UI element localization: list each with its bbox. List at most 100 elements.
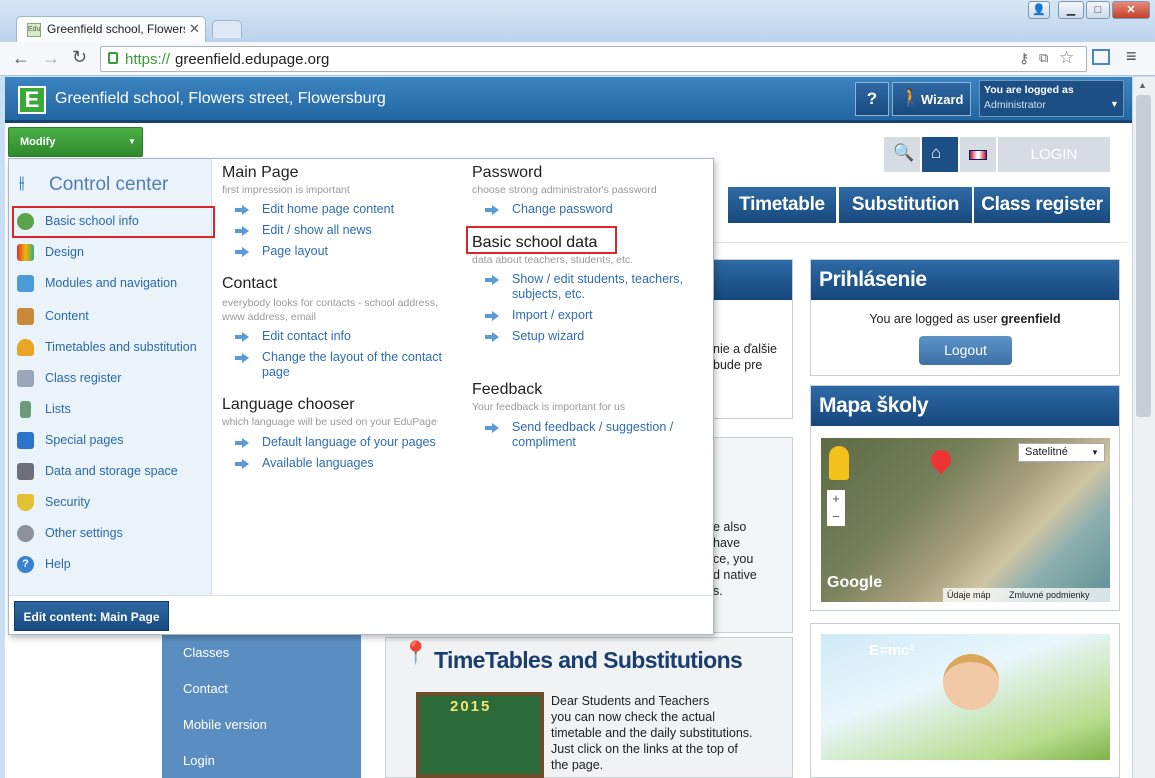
left-menu-classes[interactable]: Classes [183, 645, 229, 660]
zoom-out-button[interactable]: − [827, 508, 845, 526]
arrow-icon [235, 247, 249, 257]
cc-other-settings[interactable]: Other settings [9, 519, 212, 547]
scrollbar-thumb[interactable] [1136, 95, 1151, 417]
help-button[interactable]: ? [855, 82, 889, 116]
map-panel: Mapa školy + − Satelitné ▼ Google Údaje m… [810, 385, 1120, 611]
reload-icon[interactable]: ↻ [72, 47, 87, 68]
link-import-export[interactable]: Import / export [512, 308, 593, 323]
edit-content-button[interactable]: Edit content: Main Page [14, 601, 169, 631]
nav-timetable[interactable]: Timetable [728, 187, 836, 223]
address-bar[interactable]: https:// greenfield.edupage.org ⚷ ⧉ ☆ [100, 46, 1087, 72]
new-tab-button[interactable] [212, 20, 242, 38]
favicon-icon: Edu [27, 23, 41, 37]
maximize-button[interactable]: □ [1086, 1, 1110, 19]
control-center-title: Control center [49, 174, 169, 195]
scroll-up-icon[interactable]: ▲ [1138, 80, 1147, 90]
cc-item-label: Content [45, 309, 89, 323]
control-center-popup: ⫲ Control center Basic school info Desig… [8, 158, 714, 635]
cc-data-storage[interactable]: Data and storage space [9, 457, 212, 485]
close-window-button[interactable]: ✕ [1112, 1, 1150, 19]
left-menu-login[interactable]: Login [183, 753, 215, 768]
help-icon: ? [17, 556, 34, 573]
menu-icon[interactable]: ≡ [1126, 46, 1137, 67]
nav-substitution[interactable]: Substitution [839, 187, 972, 223]
cast-icon[interactable] [1092, 49, 1110, 65]
link-edit-contact-info[interactable]: Edit contact info [262, 329, 351, 344]
key-icon[interactable]: ⚷ [1019, 50, 1029, 67]
cc-item-label: Class register [45, 371, 122, 385]
account-dropdown[interactable]: You are logged as Administrator ▼ [979, 80, 1124, 117]
link-default-language[interactable]: Default language of your pages [262, 435, 436, 450]
cc-special-pages[interactable]: Special pages [9, 426, 212, 454]
link-page-layout[interactable]: Page layout [262, 244, 328, 259]
cc-content[interactable]: Content [9, 302, 212, 330]
wizard-button[interactable]: 🚶 Wizard [892, 82, 971, 116]
welcome-panel-header [711, 260, 792, 300]
minimize-button[interactable]: ▁ [1058, 1, 1084, 19]
cc-security[interactable]: Security [9, 488, 212, 516]
map-view[interactable]: + − Satelitné ▼ Google Údaje máp Zmluvné … [821, 438, 1110, 602]
cc-design[interactable]: Design [9, 238, 212, 266]
sliders-icon: ⫲ [19, 173, 25, 192]
link-change-password[interactable]: Change password [512, 202, 613, 217]
vertical-scrollbar[interactable]: ▲ [1132, 77, 1155, 778]
list-icon [20, 401, 31, 418]
modify-button[interactable]: Modify ▼ [8, 127, 143, 157]
cc-item-label: Timetables and substitution [45, 340, 197, 354]
user-icon[interactable]: 👤 [1028, 1, 1050, 19]
back-icon[interactable]: ← [12, 48, 30, 69]
web-page: E Greenfield school, Flowers street, Flo… [5, 77, 1132, 778]
arrow-icon [235, 459, 249, 469]
arrow-icon [485, 205, 499, 215]
left-menu-contact[interactable]: Contact [183, 681, 228, 696]
link-show-edit-students[interactable]: Show / edit students, teachers, subjects… [512, 272, 702, 302]
left-menu-mobile-version[interactable]: Mobile version [183, 717, 267, 732]
section-basic-data-subtitle: data about teachers, students, etc. [472, 254, 634, 266]
link-edit-home-page-content[interactable]: Edit home page content [262, 202, 394, 217]
link-setup-wizard[interactable]: Setup wizard [512, 329, 584, 344]
link-available-languages[interactable]: Available languages [262, 456, 374, 471]
section-language-title: Language chooser [222, 396, 355, 413]
language-button[interactable] [960, 137, 996, 172]
bookmark-star-icon[interactable]: ☆ [1059, 48, 1074, 68]
login-button[interactable]: LOGIN [998, 137, 1110, 172]
login-panel-title: Prihlásenie [811, 260, 1119, 300]
cc-lists[interactable]: Lists [9, 395, 212, 423]
wizard-label: Wizard [921, 92, 964, 107]
link-edit-show-news[interactable]: Edit / show all news [262, 223, 372, 238]
logged-user-name: greenfield [1000, 312, 1061, 326]
map-terms-link[interactable]: Zmluvné podmienky [1009, 588, 1090, 602]
news-text-line: have [713, 536, 741, 550]
tab-close-icon[interactable]: ✕ [189, 21, 200, 37]
search-button[interactable]: 🔍 [884, 137, 920, 172]
translate-icon[interactable]: ⧉ [1039, 50, 1048, 66]
gear-icon [17, 525, 34, 542]
zoom-in-button[interactable]: + [827, 490, 845, 508]
news-text-line: d native [713, 568, 757, 582]
pegman-icon[interactable] [829, 446, 849, 480]
cc-help[interactable]: ? Help [9, 550, 212, 578]
browser-tab-active[interactable]: Edu Greenfield school, Flowers ✕ [16, 16, 206, 42]
dropdown-arrow-icon: ▼ [1110, 99, 1119, 109]
school-name: Greenfield school, Flowers street, Flowe… [55, 90, 386, 107]
article-body-line: Just click on the links at the top of [551, 742, 738, 756]
edupage-logo-icon[interactable]: E [18, 86, 46, 114]
article-body-line: Dear Students and Teachers [551, 694, 710, 708]
cc-timetables-substitution[interactable]: Timetables and substitution [9, 333, 212, 361]
link-change-contact-layout[interactable]: Change the layout of the contact page [262, 350, 452, 380]
girl-figure [943, 654, 999, 710]
map-type-select[interactable]: Satelitné ▼ [1018, 443, 1105, 462]
modify-label: Modify [20, 136, 56, 148]
nav-class-register[interactable]: Class register [974, 187, 1110, 223]
forward-icon[interactable]: → [42, 48, 60, 69]
cc-modules-navigation[interactable]: Modules and navigation [9, 269, 212, 297]
link-send-feedback[interactable]: Send feedback / suggestion / compliment [512, 420, 692, 450]
cc-item-label: Other settings [45, 526, 123, 540]
news-text-line: s. [713, 584, 723, 598]
map-data-link[interactable]: Údaje máp [947, 588, 991, 602]
cube-icon [17, 432, 34, 449]
home-button[interactable]: ⌂ [922, 137, 958, 172]
section-main-page-title: Main Page [222, 164, 299, 181]
logout-button[interactable]: Logout [919, 336, 1012, 365]
cc-class-register[interactable]: Class register [9, 364, 212, 392]
